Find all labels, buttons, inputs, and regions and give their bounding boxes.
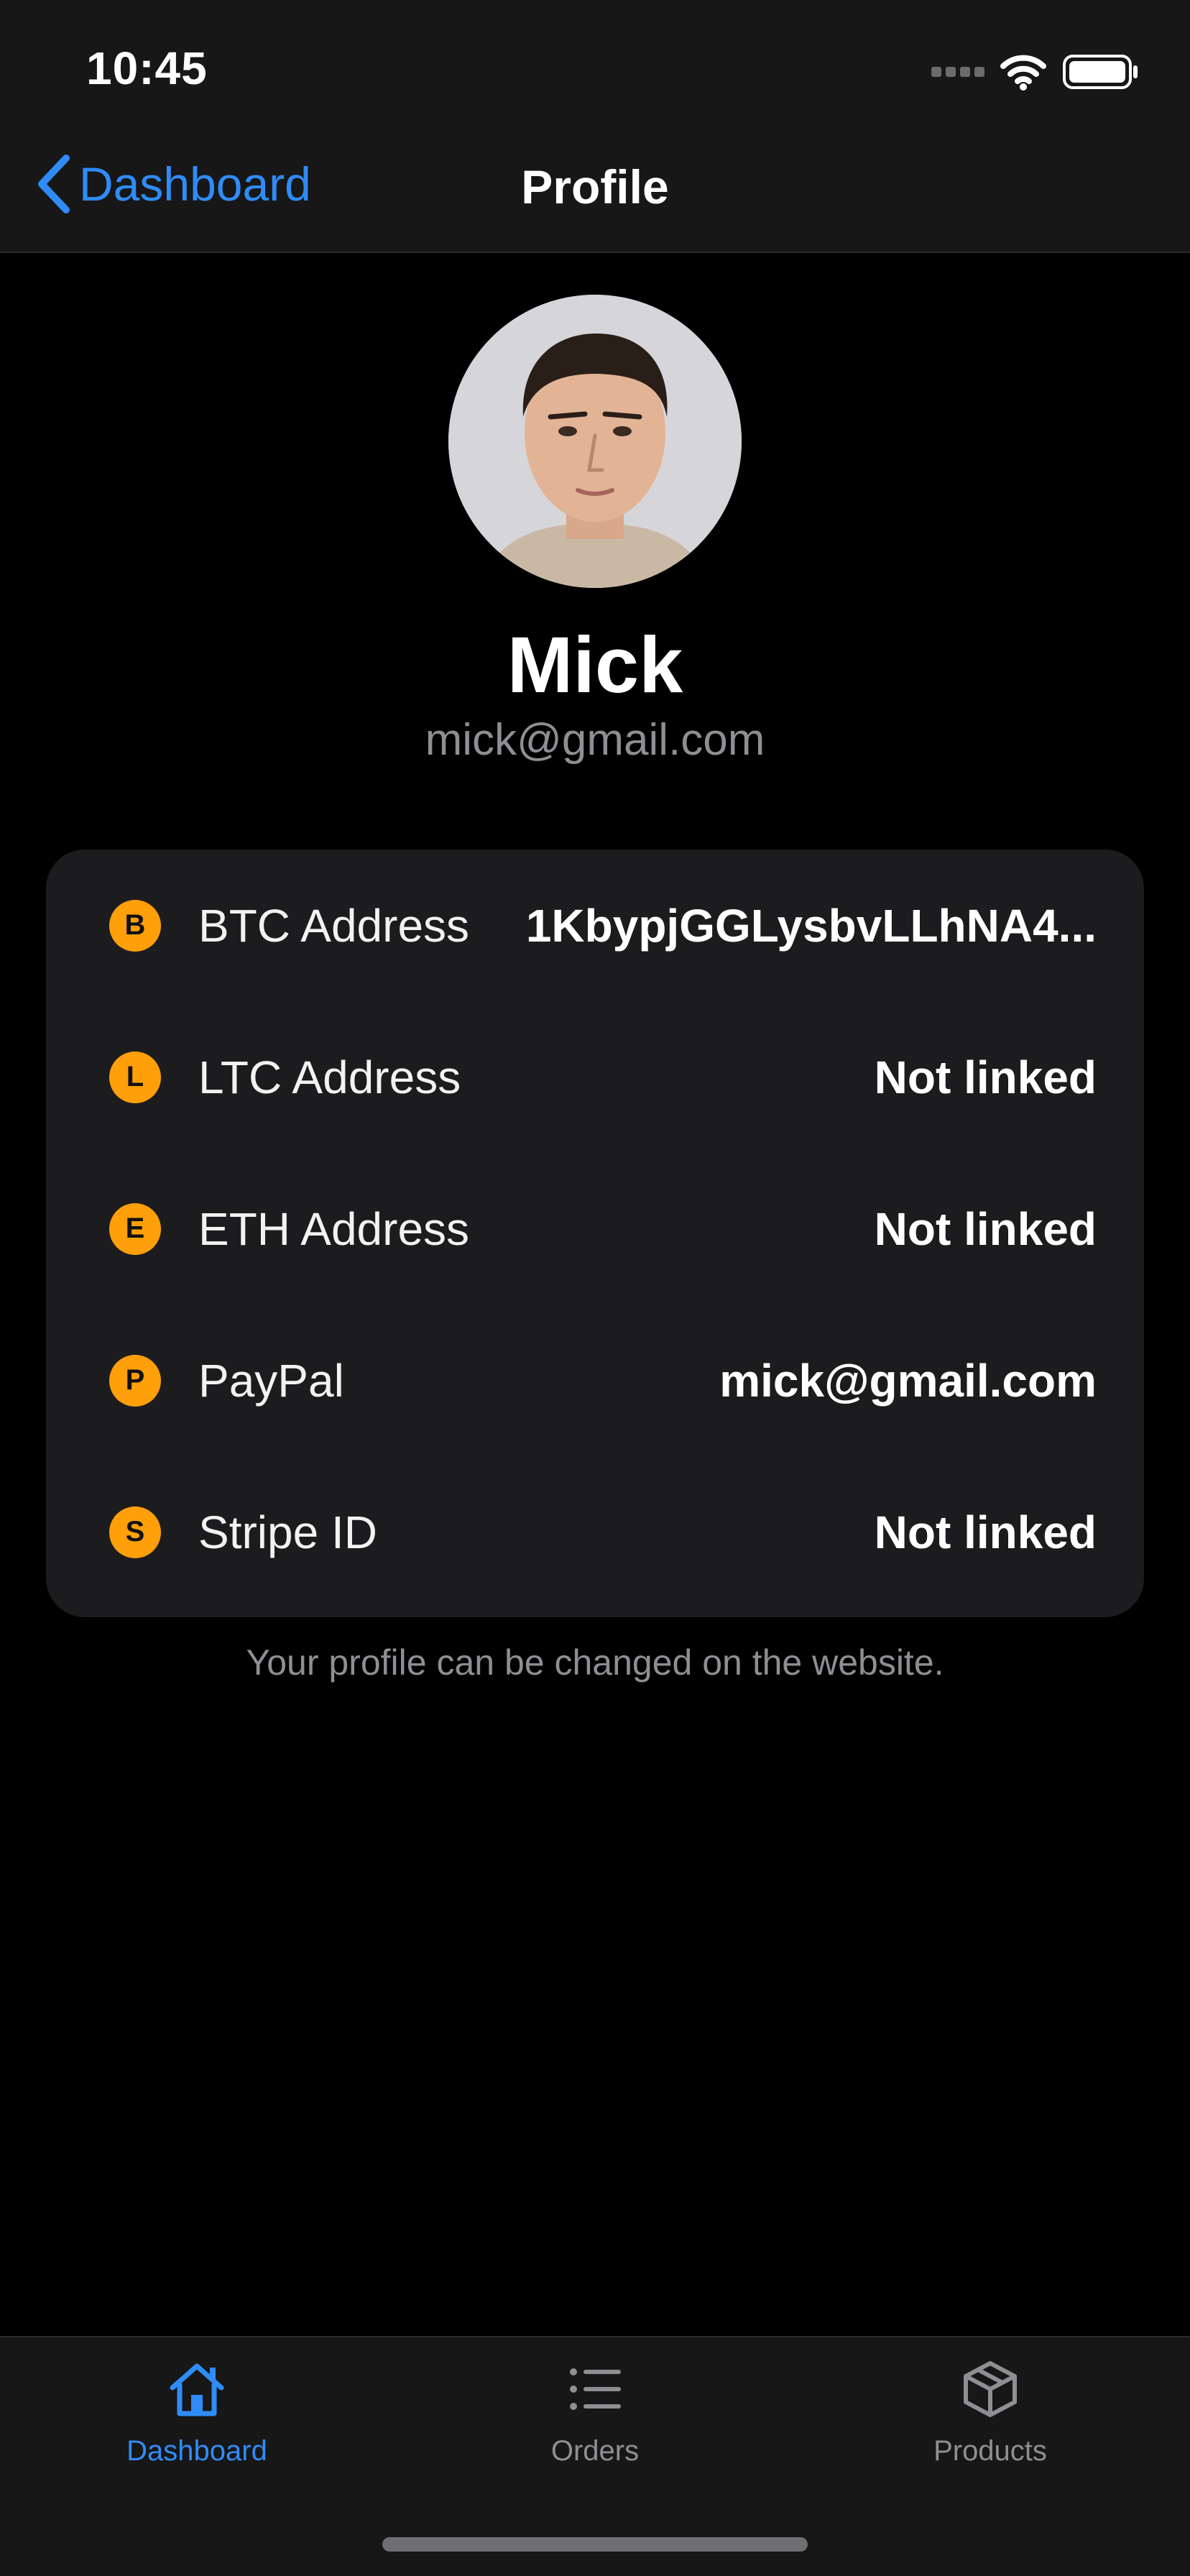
account-label: BTC Address	[198, 899, 470, 952]
cellular-signal-icon	[931, 67, 984, 77]
bitcoin-icon: B	[109, 899, 161, 952]
navigation-bar: 10:45 Dashboard Profile	[0, 0, 1190, 253]
tab-products[interactable]: Products	[847, 2359, 1134, 2496]
account-value: Not linked	[874, 1506, 1097, 1558]
account-row-eth[interactable]: E ETH Address Not linked	[46, 1153, 1144, 1305]
profile-name: Mick	[507, 621, 683, 709]
status-time: 10:45	[86, 42, 208, 94]
page-title: Profile	[521, 160, 669, 213]
wifi-icon	[1000, 55, 1046, 91]
tab-label: Dashboard	[126, 2435, 267, 2467]
account-label: Stripe ID	[198, 1506, 377, 1558]
litecoin-icon: L	[109, 1051, 161, 1103]
account-value: 1KbypjGGLysbvLLhNA4...	[525, 899, 1097, 952]
avatar-photo	[448, 295, 742, 588]
tab-dashboard[interactable]: Dashboard	[53, 2359, 341, 2496]
battery-icon	[1063, 55, 1138, 89]
payment-accounts-card: B BTC Address 1KbypjGGLysbvLLhNA4... L L…	[46, 850, 1144, 1617]
tab-label: Products	[933, 2435, 1047, 2467]
footer-note: Your profile can be changed on the websi…	[246, 1642, 944, 1683]
box-icon	[960, 2359, 1020, 2419]
home-indicator	[382, 2537, 808, 2552]
paypal-icon: P	[109, 1354, 161, 1407]
account-value: Not linked	[874, 1202, 1097, 1255]
account-row-btc[interactable]: B BTC Address 1KbypjGGLysbvLLhNA4...	[46, 850, 1144, 1001]
account-row-stripe[interactable]: S Stripe ID Not linked	[46, 1456, 1144, 1608]
profile-email: mick@gmail.com	[425, 715, 765, 765]
account-label: PayPal	[198, 1354, 344, 1407]
account-row-paypal[interactable]: P PayPal mick@gmail.com	[46, 1305, 1144, 1456]
stripe-icon: S	[109, 1506, 161, 1558]
ethereum-icon: E	[109, 1202, 161, 1255]
account-value: Not linked	[874, 1051, 1097, 1103]
account-row-ltc[interactable]: L LTC Address Not linked	[46, 1001, 1144, 1153]
status-icons	[931, 50, 1140, 93]
tab-label: Orders	[550, 2435, 640, 2467]
account-value: mick@gmail.com	[719, 1354, 1097, 1407]
account-label: LTC Address	[198, 1051, 461, 1103]
tab-orders[interactable]: Orders	[451, 2359, 739, 2496]
house-icon	[167, 2359, 227, 2419]
avatar	[448, 295, 742, 588]
list-icon	[565, 2359, 625, 2419]
account-label: ETH Address	[198, 1202, 470, 1255]
